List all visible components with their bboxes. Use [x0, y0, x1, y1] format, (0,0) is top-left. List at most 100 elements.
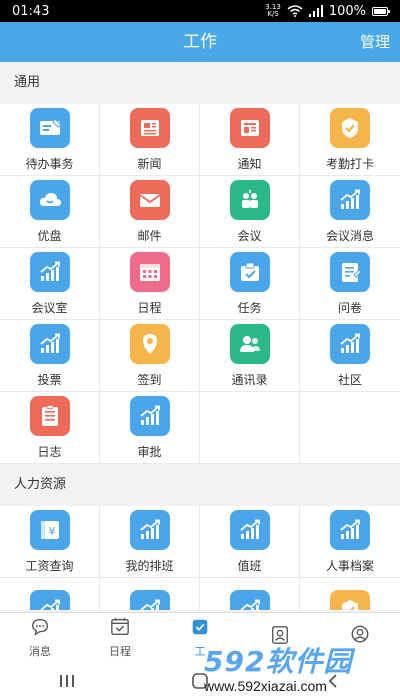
app-tile[interactable]: 社区	[300, 320, 400, 392]
app-tile[interactable]: 考勤打卡	[300, 104, 400, 176]
app-tile[interactable]: 我的排班	[100, 506, 200, 578]
tab-item[interactable]	[240, 613, 320, 662]
checkin-icon	[330, 107, 370, 148]
empty-cell	[300, 392, 400, 464]
contacts-icon	[229, 323, 270, 364]
chart-icon	[229, 590, 270, 610]
app-tile[interactable]: 投票	[0, 320, 100, 392]
app-tile[interactable]: 邮件	[100, 176, 200, 248]
app-tile[interactable]: 任务	[200, 248, 300, 320]
app-tile-label: 邮件	[137, 228, 162, 243]
bottom-tab-bar: 消息 日程 工	[0, 612, 400, 662]
notice-icon	[229, 107, 270, 148]
app-tile-label: 签到	[137, 372, 162, 387]
app-tile[interactable]: 值班	[200, 506, 300, 578]
app-tile-label: 待办事务	[25, 156, 74, 171]
chart-icon	[29, 590, 70, 610]
meeting-icon	[229, 179, 270, 220]
app-tile-label: 问卷	[337, 300, 362, 315]
app-tile-label: 新闻	[137, 156, 162, 171]
cloud-icon	[29, 179, 70, 220]
app-tile[interactable]	[200, 578, 300, 610]
app-tile[interactable]: 日志	[0, 392, 100, 464]
status-time: 01:43	[12, 3, 50, 19]
system-nav-bar	[0, 662, 400, 700]
recent-apps-button[interactable]	[52, 671, 82, 691]
calendar-tab-icon	[109, 617, 131, 641]
survey-icon	[330, 251, 370, 292]
chart-icon	[129, 395, 170, 436]
app-tile-label: 通讯录	[231, 372, 268, 387]
home-icon	[192, 673, 208, 689]
app-tile[interactable]: 新闻	[100, 104, 200, 176]
app-tile-label: 考勤打卡	[325, 156, 374, 171]
app-tile[interactable]: 会议室	[0, 248, 100, 320]
location-icon	[129, 323, 170, 364]
app-grid: ¥ 工资查询 我的排班 值班 人事档案	[0, 506, 400, 610]
app-tile[interactable]: ¥ 工资查询	[0, 506, 100, 578]
status-bar: 01:43 3.13 K/S 100%	[0, 0, 400, 22]
task-icon	[229, 251, 270, 292]
tab-item[interactable]	[320, 613, 400, 662]
salary-icon: ¥	[29, 509, 70, 550]
chart-icon	[229, 509, 270, 550]
app-tile-label: 会议室	[31, 300, 68, 315]
battery-percent: 100%	[328, 3, 366, 19]
message-icon	[29, 617, 51, 641]
app-tile-label: 人事档案	[325, 558, 374, 573]
app-tile[interactable]: 日程	[100, 248, 200, 320]
section-header: 通用	[0, 62, 400, 104]
app-tile[interactable]: 审批	[100, 392, 200, 464]
tab-item[interactable]: 工	[160, 613, 240, 662]
chart-icon	[330, 179, 370, 220]
app-tile[interactable]	[100, 578, 200, 610]
checkin-icon	[330, 590, 370, 610]
tab-label: 日程	[109, 644, 131, 658]
tab-item[interactable]: 日程	[80, 613, 160, 662]
calendar-icon	[129, 251, 170, 292]
app-tile[interactable]: 通讯录	[200, 320, 300, 392]
work-content[interactable]: 通用待办事务 新闻 通知 考勤打卡优盘 邮件 会议 会议消息会议室 日程 任务 问卷投票 签到 通讯录…	[0, 62, 400, 610]
chart-icon	[330, 323, 370, 364]
app-tile[interactable]: 待办事务	[0, 104, 100, 176]
contacts-tab-icon	[269, 625, 291, 649]
log-icon	[29, 395, 70, 436]
app-tile-label: 审批	[137, 444, 162, 459]
app-tile[interactable]: 优盘	[0, 176, 100, 248]
chart-icon	[29, 251, 70, 292]
manage-button[interactable]: 管理	[360, 22, 390, 62]
page-title: 工作	[183, 32, 217, 52]
work-icon	[189, 617, 211, 641]
tab-label: 消息	[29, 644, 51, 658]
home-button[interactable]	[185, 671, 215, 691]
app-tile[interactable]	[0, 578, 100, 610]
news-icon	[129, 107, 170, 148]
back-button[interactable]	[318, 671, 348, 691]
profile-icon	[349, 625, 371, 649]
chart-icon	[129, 590, 170, 610]
status-indicators: 3.13 K/S 100%	[265, 3, 390, 19]
app-tile[interactable]: 通知	[200, 104, 300, 176]
app-tile[interactable]	[300, 578, 400, 610]
app-tile[interactable]: 问卷	[300, 248, 400, 320]
app-tile-label: 投票	[37, 372, 62, 387]
app-tile-label: 日程	[137, 300, 162, 315]
tab-item[interactable]: 消息	[0, 613, 80, 662]
app-tile[interactable]: 会议	[200, 176, 300, 248]
svg-text:¥: ¥	[48, 525, 55, 538]
app-tile[interactable]: 会议消息	[300, 176, 400, 248]
wifi-icon	[287, 5, 303, 17]
network-speed: 3.13 K/S	[265, 3, 281, 18]
recent-apps-icon	[59, 675, 74, 687]
battery-icon	[372, 6, 390, 16]
app-tile-label: 会议	[237, 228, 262, 243]
back-icon	[329, 674, 337, 688]
app-grid: 待办事务 新闻 通知 考勤打卡优盘 邮件 会议 会议消息会议室 日程 任务 问卷投票 签到 通讯录 社区…	[0, 104, 400, 464]
app-tile-label: 通知	[237, 156, 262, 171]
app-tile-label: 优盘	[37, 228, 62, 243]
app-tile-label: 日志	[37, 444, 62, 459]
app-tile[interactable]: 签到	[100, 320, 200, 392]
todo-card-icon	[29, 107, 70, 148]
app-tile[interactable]: 人事档案	[300, 506, 400, 578]
app-tile-label: 社区	[337, 372, 362, 387]
